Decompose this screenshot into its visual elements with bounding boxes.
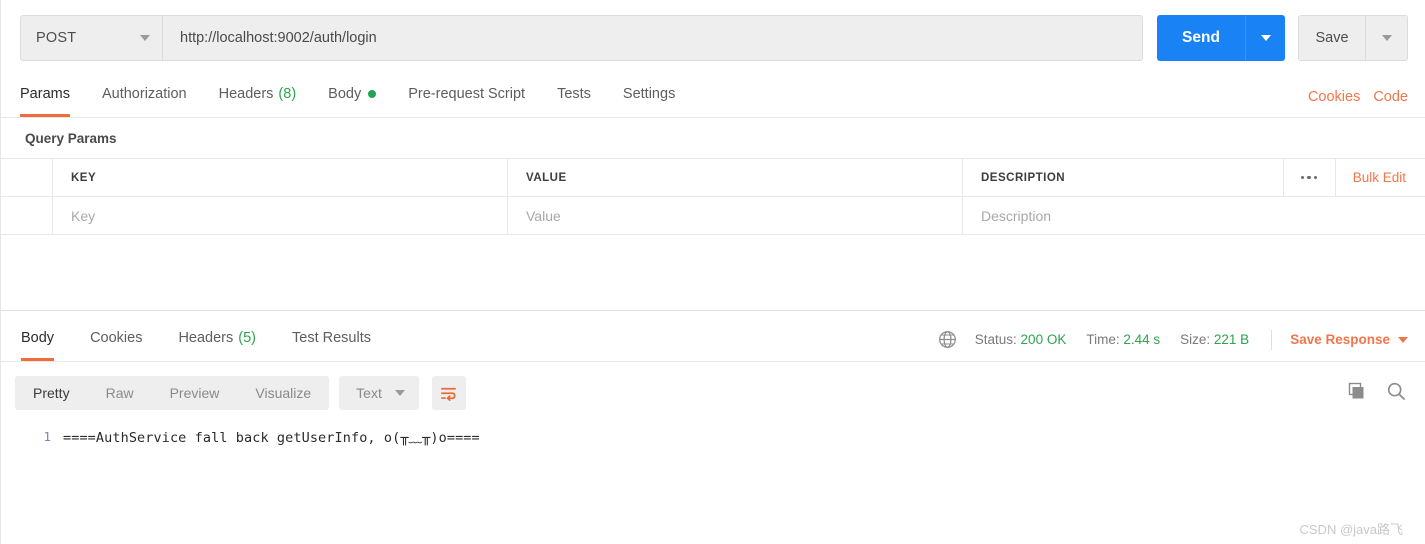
tab-settings[interactable]: Settings xyxy=(623,76,675,117)
code-link[interactable]: Code xyxy=(1373,89,1408,105)
http-method-label: POST xyxy=(36,30,77,46)
param-value-input[interactable]: Value xyxy=(508,197,963,234)
url-input[interactable]: http://localhost:9002/auth/login xyxy=(162,15,1143,61)
response-body-viewer[interactable]: 1 ====AuthService fall back getUserInfo,… xyxy=(1,420,1425,544)
tab-label: Cookies xyxy=(90,330,143,346)
wrap-lines-button[interactable] xyxy=(431,376,466,410)
bulk-edit-button[interactable]: Bulk Edit xyxy=(1334,159,1425,196)
tab-headers[interactable]: Headers (8) xyxy=(219,76,297,117)
response-tab-headers[interactable]: Headers (5) xyxy=(178,320,256,361)
response-tab-bar: Body Cookies Headers (5) Test Results St… xyxy=(1,322,1425,362)
send-button-group: Send xyxy=(1157,15,1285,61)
response-tab-body[interactable]: Body xyxy=(21,320,55,361)
tab-label: Body xyxy=(21,330,55,346)
tab-label: Params xyxy=(20,86,70,102)
response-body-text: ====AuthService fall back getUserInfo, o… xyxy=(63,430,480,446)
tab-count: (5) xyxy=(238,330,256,346)
chevron-down-icon xyxy=(1260,35,1271,41)
status-badge: Status: 200 OK xyxy=(975,332,1067,347)
query-params-table: KEY VALUE DESCRIPTION Bulk Edit Key Valu… xyxy=(1,158,1425,235)
view-mode-preview[interactable]: Preview xyxy=(152,376,238,410)
response-format-select[interactable]: Text xyxy=(339,376,419,410)
tab-body[interactable]: Body xyxy=(328,76,377,117)
save-button[interactable]: Save xyxy=(1299,16,1365,60)
view-mode-raw[interactable]: Raw xyxy=(88,376,152,410)
column-header-value: VALUE xyxy=(508,159,963,196)
save-response-label: Save Response xyxy=(1290,332,1390,347)
column-header-description-label: DESCRIPTION xyxy=(981,171,1066,184)
tab-params[interactable]: Params xyxy=(20,76,70,117)
size-value: 221 B xyxy=(1213,332,1250,347)
request-tab-actions: Cookies Code xyxy=(1308,76,1408,117)
time-label: Time: xyxy=(1086,332,1120,347)
size-label: Size: xyxy=(1180,332,1211,347)
tab-authorization[interactable]: Authorization xyxy=(102,76,187,117)
size-badge: Size: 221 B xyxy=(1180,332,1249,347)
row-checkbox-cell[interactable] xyxy=(1,197,53,234)
save-button-group: Save xyxy=(1298,15,1408,61)
response-status-bar: Status: 200 OK Time: 2.44 s Size: 221 B … xyxy=(938,322,1408,361)
send-button[interactable]: Send xyxy=(1157,15,1245,61)
chevron-down-icon xyxy=(394,390,405,396)
tab-label: Authorization xyxy=(101,86,187,102)
view-mode-pretty[interactable]: Pretty xyxy=(15,376,88,410)
table-row: Key Value Description xyxy=(1,197,1425,235)
param-description-input[interactable]: Description xyxy=(963,197,1425,234)
table-header-row: KEY VALUE DESCRIPTION Bulk Edit xyxy=(1,159,1425,197)
chevron-down-icon xyxy=(140,35,150,41)
globe-icon[interactable] xyxy=(938,330,957,349)
time-badge: Time: 2.44 s xyxy=(1086,332,1160,347)
status-value: 200 OK xyxy=(1020,332,1067,347)
column-header-key: KEY xyxy=(53,159,508,196)
tab-label: Settings xyxy=(622,86,676,102)
status-label: Status: xyxy=(974,332,1017,347)
select-all-checkbox-cell[interactable] xyxy=(1,159,53,196)
chevron-down-icon xyxy=(1381,35,1392,41)
response-tab-cookies[interactable]: Cookies xyxy=(90,320,142,361)
url-bar: POST http://localhost:9002/auth/login Se… xyxy=(1,0,1425,76)
response-body-toolbar: Pretty Raw Preview Visualize Text xyxy=(1,372,1425,414)
request-tab-bar: Params Authorization Headers (8) Body Pr… xyxy=(1,76,1425,118)
response-tab-test-results[interactable]: Test Results xyxy=(292,320,371,361)
tab-label: Tests xyxy=(557,86,591,102)
save-response-button[interactable]: Save Response xyxy=(1290,332,1408,347)
view-mode-visualize[interactable]: Visualize xyxy=(237,376,329,410)
search-icon[interactable] xyxy=(1386,381,1406,406)
tab-label: Pre-request Script xyxy=(408,86,526,102)
column-header-description: DESCRIPTION Bulk Edit xyxy=(963,159,1425,196)
dot xyxy=(1313,175,1318,180)
watermark: CSDN @java路飞 xyxy=(1299,522,1404,537)
more-options-icon[interactable] xyxy=(1282,159,1335,196)
body-present-dot-icon xyxy=(368,90,377,98)
response-body-actions xyxy=(1346,381,1412,406)
cookies-link[interactable]: Cookies xyxy=(1308,89,1360,105)
query-params-title: Query Params xyxy=(25,130,117,146)
postman-request-window: POST http://localhost:9002/auth/login Se… xyxy=(0,0,1425,544)
tab-tests[interactable]: Tests xyxy=(557,76,591,117)
response-section-divider xyxy=(1,310,1425,311)
tab-count: (8) xyxy=(278,86,297,102)
time-value: 2.44 s xyxy=(1123,332,1161,347)
chevron-down-icon xyxy=(1398,336,1408,343)
http-method-select[interactable]: POST xyxy=(20,15,162,61)
tab-label: Headers xyxy=(218,86,274,102)
send-options-button[interactable] xyxy=(1245,15,1285,61)
tab-label: Test Results xyxy=(292,330,371,346)
copy-icon[interactable] xyxy=(1346,381,1366,406)
code-line: 1 ====AuthService fall back getUserInfo,… xyxy=(1,425,1425,447)
tab-pre-request-script[interactable]: Pre-request Script xyxy=(408,76,525,117)
save-options-button[interactable] xyxy=(1365,16,1407,60)
param-key-input[interactable]: Key xyxy=(53,197,508,234)
line-number: 1 xyxy=(43,428,51,444)
dot xyxy=(1300,175,1305,180)
response-format-label: Text xyxy=(356,385,382,401)
table-header-actions: Bulk Edit xyxy=(1282,159,1425,196)
tab-label: Headers xyxy=(178,330,234,346)
tab-label: Body xyxy=(328,86,362,102)
divider xyxy=(1271,329,1273,350)
dot xyxy=(1307,175,1311,180)
response-view-mode-group: Pretty Raw Preview Visualize xyxy=(15,376,330,410)
